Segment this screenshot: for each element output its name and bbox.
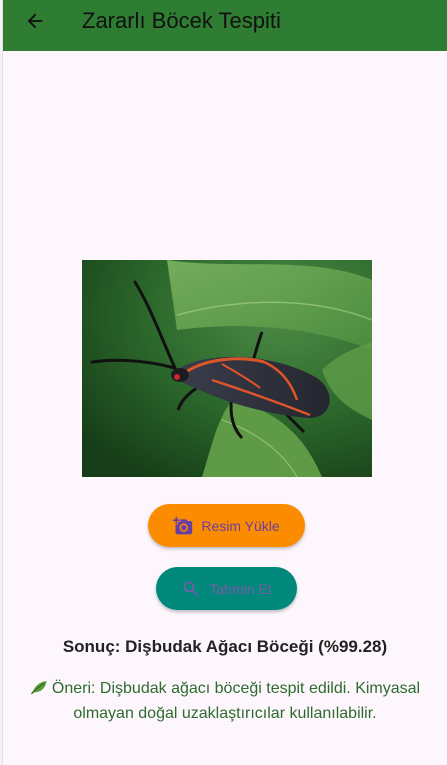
insect-photo [82, 260, 372, 477]
app-bar: Zararlı Böcek Tespiti [3, 0, 447, 51]
arrow-back-icon [27, 13, 43, 29]
advice-text-block: Öneri: Dişbudak ağacı böceği tespit edil… [25, 676, 425, 726]
search-icon [183, 581, 199, 596]
back-button[interactable] [19, 5, 51, 37]
add-photo-icon [173, 516, 193, 534]
upload-image-button[interactable]: Resim Yükle [148, 504, 305, 547]
predict-button[interactable]: Tahmin Et [156, 567, 297, 610]
result-text: Sonuç: Dişbudak Ağacı Böceği (%99.28) [62, 637, 388, 656]
leaf-icon [30, 681, 47, 695]
upload-button-label: Resim Yükle [201, 517, 280, 534]
predict-button-label: Tahmin Et [209, 580, 272, 597]
advice-text: Öneri: Dişbudak ağacı böceği tespit edil… [51, 680, 421, 722]
app-screen: Zararlı Böcek Tespiti Resim Yükle Tahmin… [3, 0, 447, 765]
page-title: Zararlı Böcek Tespiti [82, 8, 281, 33]
